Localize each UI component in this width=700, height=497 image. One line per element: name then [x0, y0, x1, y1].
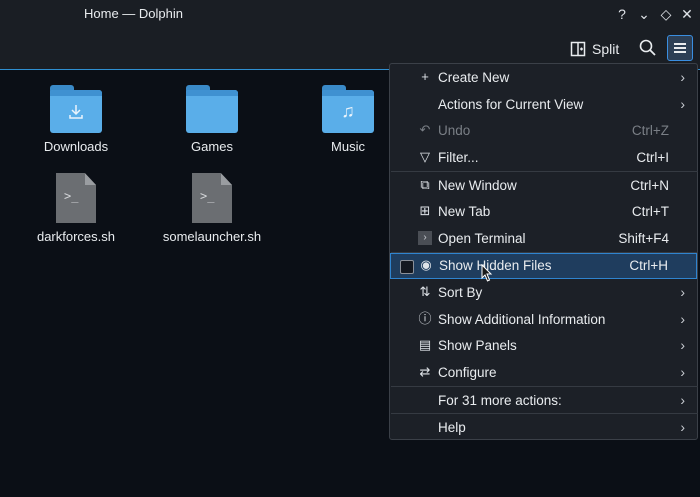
menu-item-show-panels[interactable]: ▤ Show Panels ›	[390, 333, 697, 359]
eye-icon: ◉	[420, 257, 432, 272]
music-icon: ♫	[341, 101, 355, 121]
menu-item-label: Sort By	[438, 285, 483, 300]
menu-item-shortcut: Ctrl+Z	[631, 123, 669, 138]
filter-icon: ▽	[420, 149, 430, 164]
sort-icon: ⇅	[419, 284, 431, 299]
panels-icon: ▤	[418, 337, 432, 352]
menu-separator	[391, 413, 698, 414]
menu-item-actions-current-view[interactable]: Actions for Current View ›	[390, 92, 697, 118]
menu-separator	[391, 386, 698, 387]
split-button[interactable]: Split	[570, 37, 619, 61]
menu-item-additional-info[interactable]: ⓘ Show Additional Information ›	[390, 307, 697, 333]
menu-item-more-actions[interactable]: For 31 more actions: ›	[390, 388, 697, 414]
menu-item-shortcut: Shift+F4	[618, 231, 669, 246]
script-file-icon: >_	[56, 173, 96, 223]
menu-item-shortcut: Ctrl+T	[631, 204, 669, 219]
menu-item-new-window[interactable]: ⧉ New Window Ctrl+N	[390, 173, 697, 199]
help-icon[interactable]: ?	[612, 4, 632, 24]
file-name: Music	[331, 139, 365, 154]
chevron-right-icon: ›	[680, 364, 685, 380]
hamburger-menu-button[interactable]	[667, 35, 693, 61]
menu-item-label: Show Hidden Files	[439, 258, 552, 273]
minimize-icon[interactable]: ⌄	[634, 4, 654, 24]
menu-item-label: New Window	[438, 178, 517, 193]
plus-icon: +	[421, 69, 429, 84]
new-window-icon: ⧉	[420, 177, 430, 192]
menu-item-label: For 31 more actions:	[438, 393, 562, 408]
info-icon: ⓘ	[418, 311, 432, 326]
chevron-right-icon: ›	[680, 96, 685, 112]
chevron-right-icon: ›	[680, 69, 685, 85]
file-item-music[interactable]: ♫ Music	[293, 85, 403, 154]
file-item-downloads[interactable]: Downloads	[21, 85, 131, 154]
folder-icon	[186, 85, 238, 133]
mouse-cursor-icon	[481, 264, 493, 282]
show-hidden-checkbox[interactable]	[400, 260, 414, 274]
menu-item-shortcut: Ctrl+N	[630, 178, 669, 193]
undo-icon: ↶	[419, 122, 431, 137]
menu-item-shortcut: Ctrl+H	[629, 258, 668, 273]
title-bar: Home — Dolphin ? ⌄ ◇ ✕	[0, 0, 700, 28]
chevron-right-icon: ›	[680, 419, 685, 435]
file-name: Games	[191, 139, 233, 154]
menu-item-label: Show Additional Information	[438, 312, 606, 327]
new-tab-icon: ⊞	[419, 203, 431, 218]
file-name: darkforces.sh	[36, 229, 116, 244]
menu-item-label: Create New	[438, 70, 510, 85]
file-item-somelauncher[interactable]: >_ somelauncher.sh	[157, 173, 267, 244]
file-item-games[interactable]: Games	[157, 85, 267, 154]
hamburger-menu: + Create New › Actions for Current View …	[389, 63, 698, 440]
menu-item-open-terminal[interactable]: › Open Terminal Shift+F4	[390, 226, 697, 252]
menu-item-configure[interactable]: ⇄ Configure ›	[390, 360, 697, 386]
configure-icon: ⇄	[419, 364, 431, 379]
menu-item-label: New Tab	[438, 204, 491, 219]
file-name: Downloads	[43, 139, 109, 154]
menu-item-sort-by[interactable]: ⇅ Sort By ›	[390, 280, 697, 306]
window-title: Home — Dolphin	[84, 6, 183, 21]
menu-item-label: Undo	[438, 123, 471, 138]
menu-separator	[391, 171, 698, 172]
chevron-right-icon: ›	[680, 284, 685, 300]
download-icon	[69, 105, 83, 119]
menu-item-help[interactable]: Help ›	[390, 415, 697, 441]
close-icon[interactable]: ✕	[677, 4, 697, 24]
chevron-right-icon: ›	[680, 311, 685, 327]
search-icon[interactable]	[636, 36, 660, 60]
split-icon	[570, 41, 586, 57]
menu-item-label: Actions for Current View	[438, 97, 584, 112]
menu-item-show-hidden-files[interactable]: ◉ Show Hidden Files Ctrl+H	[390, 253, 697, 279]
menu-item-label: Filter...	[438, 150, 479, 165]
menu-item-label: Configure	[438, 365, 497, 380]
menu-item-label: Help	[438, 420, 466, 435]
menu-item-label: Open Terminal	[438, 231, 526, 246]
menu-item-undo: ↶ Undo Ctrl+Z	[390, 118, 697, 144]
folder-icon	[50, 85, 102, 133]
split-label: Split	[592, 41, 620, 57]
file-name: somelauncher.sh	[162, 229, 262, 244]
maximize-icon[interactable]: ◇	[656, 4, 676, 24]
script-file-icon: >_	[192, 173, 232, 223]
menu-item-label: Show Panels	[438, 338, 517, 353]
menu-item-new-tab[interactable]: ⊞ New Tab Ctrl+T	[390, 199, 697, 225]
folder-icon: ♫	[322, 85, 374, 133]
menu-item-create-new[interactable]: + Create New ›	[390, 65, 697, 91]
chevron-right-icon: ›	[680, 337, 685, 353]
chevron-right-icon: ›	[680, 392, 685, 408]
terminal-icon: ›	[418, 231, 432, 245]
menu-item-shortcut: Ctrl+I	[636, 150, 669, 165]
file-item-darkforces[interactable]: >_ darkforces.sh	[21, 173, 131, 244]
menu-item-filter[interactable]: ▽ Filter... Ctrl+I	[390, 145, 697, 171]
